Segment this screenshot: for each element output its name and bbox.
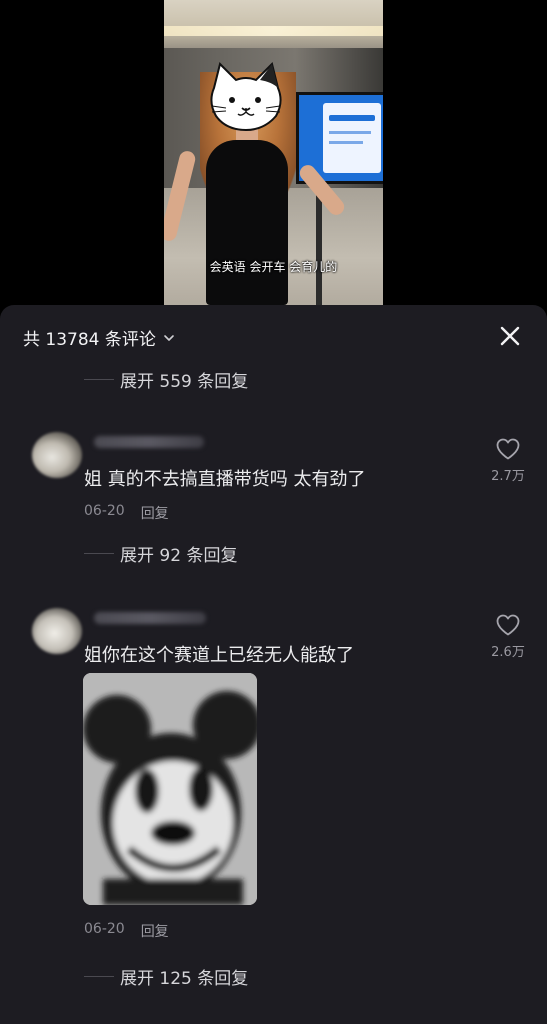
comment-meta: 06-20 回复 (84, 921, 169, 941)
avatar[interactable] (32, 432, 82, 478)
heart-icon (496, 614, 520, 636)
expand-replies-button[interactable]: 展开 125 条回复 (84, 964, 248, 989)
close-icon[interactable] (497, 323, 523, 349)
heart-icon (496, 438, 520, 460)
screen-panel (323, 103, 381, 173)
comment-text: 姐 真的不去搞直播带货吗 太有劲了 (84, 469, 366, 490)
video-caption: 会英语 会开车 会育儿的 (209, 260, 338, 274)
reply-button[interactable]: 回复 (141, 921, 169, 941)
comment-date: 06-20 (84, 503, 125, 519)
comment-count-dropdown[interactable]: 共 13784 条评论 (23, 325, 176, 350)
divider (84, 976, 114, 977)
username-blurred (94, 612, 206, 624)
reply-button[interactable]: 回复 (141, 503, 169, 523)
divider (84, 379, 114, 380)
expand-replies-label: 展开 92 条回复 (120, 546, 238, 566)
expand-replies-button[interactable]: 展开 559 条回复 (84, 367, 248, 392)
comment-sheet: 共 13784 条评论 展开 559 条回复 姐 真的不去搞直播带货吗 太有劲了… (0, 305, 547, 1024)
avatar[interactable] (32, 608, 82, 654)
video-ceiling-light (164, 26, 383, 36)
expand-replies-button[interactable]: 展开 92 条回复 (84, 541, 237, 566)
like-count: 2.7万 (491, 469, 525, 484)
mickey-pixel-image (83, 673, 257, 905)
expand-replies-label: 展开 125 条回复 (120, 969, 249, 989)
like-button[interactable]: 2.7万 (488, 437, 528, 484)
comment-count-label: 共 13784 条评论 (23, 330, 156, 350)
comment-meta: 06-20 回复 (84, 503, 169, 523)
divider (84, 553, 114, 554)
comment-text: 姐你在这个赛道上已经无人能敌了 (84, 645, 354, 666)
video-player[interactable]: 会英语 会开车 会育儿的 (164, 0, 383, 305)
video-ceiling (164, 0, 383, 48)
username-blurred (94, 436, 204, 448)
screen-line (329, 131, 371, 134)
like-button[interactable]: 2.6万 (488, 613, 528, 660)
like-count: 2.6万 (491, 645, 525, 660)
comment-image-mickey[interactable] (83, 673, 257, 905)
person-body (206, 140, 288, 305)
screen-line (329, 141, 363, 144)
expand-replies-label: 展开 559 条回复 (120, 372, 249, 392)
cat-face-sticker-icon (210, 62, 282, 132)
comment-sheet-header: 共 13784 条评论 (0, 305, 547, 369)
chevron-down-icon (164, 334, 174, 341)
comment-date: 06-20 (84, 921, 125, 937)
screen-bar (329, 115, 375, 121)
